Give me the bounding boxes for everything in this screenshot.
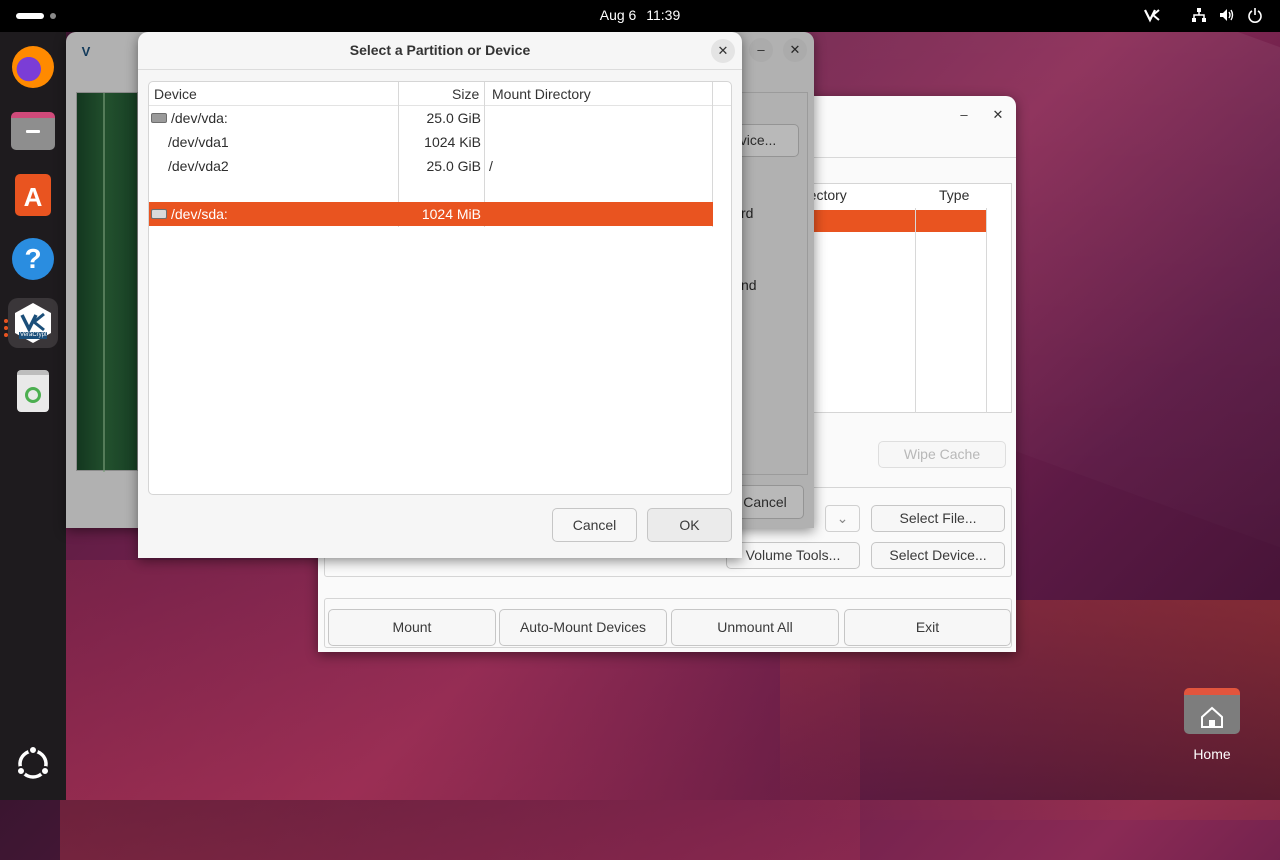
running-indicator <box>4 333 8 337</box>
dock-item-help[interactable]: ? <box>8 234 58 284</box>
dock-item-files[interactable] <box>8 106 58 156</box>
veracrypt-icon-label: VeraCrypt <box>20 332 47 338</box>
device-row-vda2[interactable]: /dev/vda2 25.0 GiB / <box>149 154 713 178</box>
dialog-title: Select a Partition or Device <box>349 42 531 58</box>
help-icon: ? <box>12 238 54 280</box>
device-list[interactable]: Device Size Mount Directory /dev/vda: 25… <box>148 81 732 495</box>
date-text: Aug 6 <box>599 7 637 23</box>
auto-mount-devices-button[interactable]: Auto-Mount Devices <box>499 609 667 646</box>
device-row-vda1[interactable]: /dev/vda1 1024 KiB <box>149 130 713 154</box>
dock: A ? VeraCrypt <box>0 32 66 800</box>
show-apps-button[interactable] <box>13 744 53 784</box>
minimize-button[interactable]: – <box>952 103 976 127</box>
home-folder-icon <box>1184 688 1240 734</box>
mount-button[interactable]: Mount <box>328 609 496 646</box>
column-divider <box>986 208 987 413</box>
select-file-button[interactable]: Select File... <box>871 505 1005 532</box>
column-header-size[interactable]: Size <box>452 82 479 106</box>
column-divider <box>915 208 916 413</box>
volume-icon[interactable] <box>1219 7 1235 26</box>
device-mount: / <box>489 158 493 174</box>
cancel-button[interactable]: Cancel <box>552 508 637 542</box>
ubuntu-logo-icon <box>16 745 50 779</box>
network-icon[interactable] <box>1191 7 1207 26</box>
device-row-sda-selected[interactable]: /dev/sda: 1024 MiB <box>149 202 713 226</box>
device-row-vda[interactable]: /dev/vda: 25.0 GiB <box>149 106 713 130</box>
select-partition-dialog: Select a Partition or Device ✕ Device Si… <box>138 32 742 558</box>
column-header-mount-directory[interactable]: Mount Directory <box>492 82 591 106</box>
running-indicator <box>4 319 8 323</box>
device-name: /dev/sda: <box>171 206 228 222</box>
trash-icon <box>17 370 49 412</box>
clock[interactable]: Aug 6 11:39 <box>0 7 1280 23</box>
veracrypt-icon: VeraCrypt <box>13 302 53 344</box>
drive-icon <box>151 209 167 219</box>
device-name: /dev/vda1 <box>168 134 229 150</box>
exit-button[interactable]: Exit <box>844 609 1011 646</box>
device-size: 1024 KiB <box>424 134 481 150</box>
close-button[interactable]: ✕ <box>986 103 1010 127</box>
volume-path-dropdown-arrow[interactable]: ⌄ <box>825 505 860 532</box>
column-header-type[interactable]: Type <box>939 187 969 203</box>
device-size: 25.0 GiB <box>426 158 481 174</box>
device-size: 1024 MiB <box>421 206 481 222</box>
desktop-home[interactable]: Home <box>1170 684 1254 770</box>
column-header-device[interactable]: Device <box>154 82 197 106</box>
wipe-cache-button[interactable]: Wipe Cache <box>878 441 1006 468</box>
dock-item-trash[interactable] <box>8 366 58 416</box>
running-indicator <box>4 326 8 330</box>
veracrypt-tray-icon[interactable] <box>1143 7 1161 26</box>
dock-item-app-center[interactable]: A <box>8 170 58 220</box>
select-device-button[interactable]: Select Device... <box>871 542 1005 569</box>
device-name: /dev/vda: <box>171 110 228 126</box>
firefox-icon <box>12 46 54 88</box>
dock-item-firefox[interactable] <box>8 42 58 92</box>
device-name: /dev/vda2 <box>168 158 229 174</box>
top-bar: Aug 6 11:39 <box>0 0 1280 32</box>
dialog-close-button[interactable]: ✕ <box>711 39 735 63</box>
ok-button[interactable]: OK <box>647 508 732 542</box>
volume-tools-button[interactable]: Volume Tools... <box>726 542 860 569</box>
device-size: 25.0 GiB <box>426 110 481 126</box>
unmount-all-button[interactable]: Unmount All <box>671 609 839 646</box>
app-center-icon: A <box>15 174 51 216</box>
time-text: 11:39 <box>646 7 681 23</box>
home-label: Home <box>1193 746 1231 762</box>
files-icon <box>11 112 55 150</box>
action-bar: Mount Auto-Mount Devices Unmount All Exi… <box>324 598 1012 648</box>
dock-item-veracrypt[interactable]: VeraCrypt <box>8 298 58 348</box>
drive-icon <box>151 113 167 123</box>
power-icon[interactable] <box>1247 7 1263 26</box>
